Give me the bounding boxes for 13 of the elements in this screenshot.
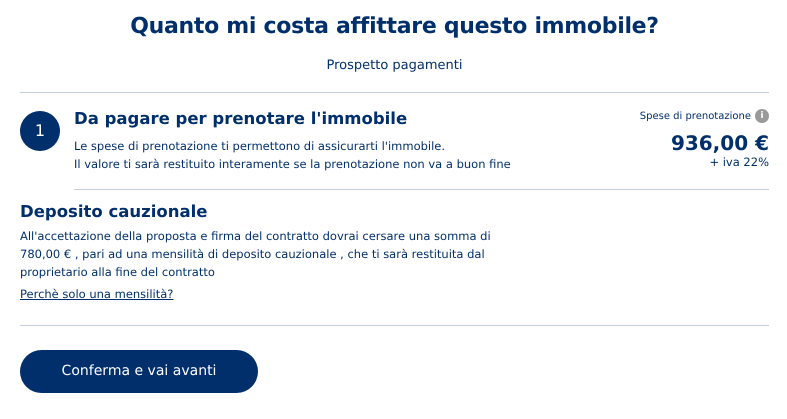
vat-note: + iva 22% — [708, 154, 769, 171]
price-value: 936,00 € — [670, 132, 769, 154]
step-description: Le spese di prenotazione ti permettono di assicurarti l'immobile. Il valore ti sarà restituito interamente se la prenotazione non va a buon fine — [74, 138, 512, 173]
page-title: Quanto mi costa affittare questo immobile? — [129, 14, 660, 40]
price-label: Spese di prenotazione — [640, 110, 751, 124]
step-number: 1 — [20, 110, 60, 151]
info-link[interactable]: Perchè solo una mensilità? — [20, 287, 174, 302]
deposit-text: All'accettazione della proposta e firma del contratto dovrai cersare una somma di 780,00 € , pari ad una mensilità di deposito cauzionale , che ti sarà restituita dal proprietario alla fine del contratto — [20, 228, 492, 282]
section-title: Deposito cauzionale — [20, 202, 208, 222]
info-icon: i — [755, 109, 769, 124]
confirm-button[interactable]: Conferma e vai avanti — [20, 350, 258, 394]
step-title: Da pagare per prenotare l'immobile — [74, 108, 408, 129]
page-subtitle: Prospetto pagamenti — [326, 57, 464, 76]
